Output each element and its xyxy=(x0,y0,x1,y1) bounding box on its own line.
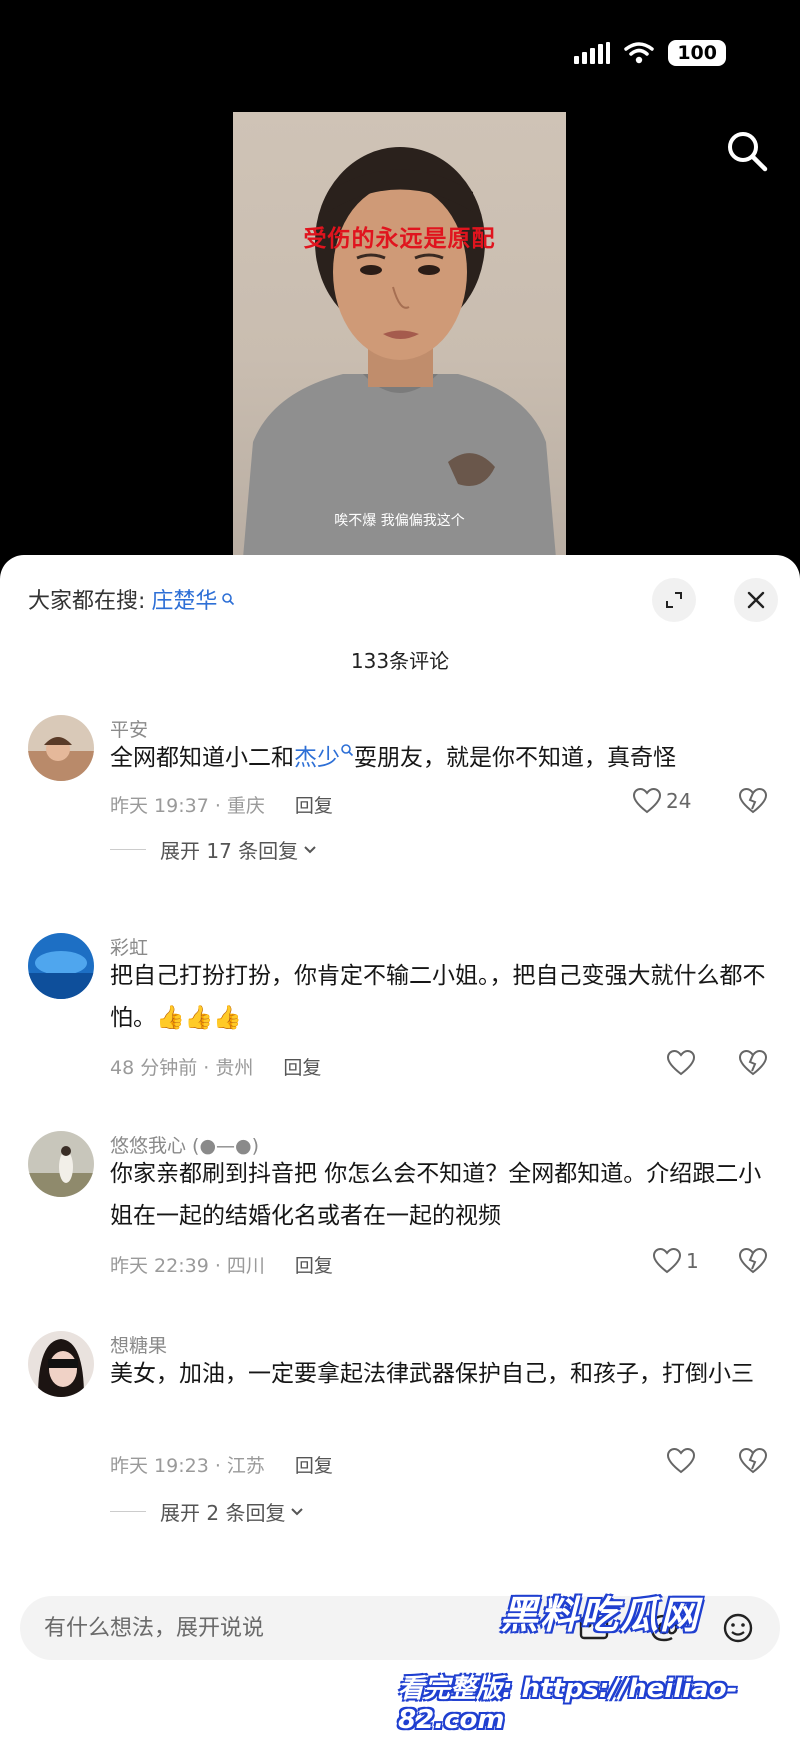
battery-indicator: 100 xyxy=(668,40,726,66)
video-player[interactable]: 受伤的永远是原配 唉不爆 我偏偏我这个 xyxy=(233,112,566,558)
comment-count: 133条评论 xyxy=(350,649,450,673)
avatar[interactable] xyxy=(28,715,94,781)
video-person-image xyxy=(243,147,556,558)
search-icon xyxy=(341,744,354,757)
avatar[interactable] xyxy=(28,1131,94,1197)
like-button[interactable]: 1 xyxy=(652,1247,699,1275)
comment-time-location: 昨天 19:23 · 江苏 xyxy=(110,1455,265,1477)
expand-icon xyxy=(666,592,682,608)
divider xyxy=(110,1511,146,1512)
close-button[interactable] xyxy=(734,578,778,622)
heart-icon xyxy=(666,1447,696,1474)
emoji-icon[interactable] xyxy=(720,1610,756,1646)
video-caption: 受伤的永远是原配 xyxy=(303,225,496,252)
chevron-down-icon xyxy=(291,1507,304,1515)
comment-time-location: 48 分钟前 · 贵州 xyxy=(110,1057,254,1079)
video-subtitle: 唉不爆 我偏偏我这个 xyxy=(334,513,465,529)
comment-time-location: 昨天 22:39 · 四川 xyxy=(110,1255,265,1277)
expand-replies-label: 展开 2 条回复 xyxy=(160,1501,286,1525)
watermark-url: 看完整版: https://heiliao-82.com xyxy=(398,1674,738,1735)
expand-sheet-button[interactable] xyxy=(652,578,696,622)
trending-search-term[interactable]: 庄楚华 xyxy=(151,583,217,615)
comment-meta: 48 分钟前 · 贵州 回复 xyxy=(110,1053,321,1080)
comment-text-part: 耍朋友，就是你不知道，真奇怪 xyxy=(354,745,676,771)
expand-replies-label: 展开 17 条回复 xyxy=(160,839,299,863)
dislike-heart-icon[interactable] xyxy=(738,1447,768,1475)
like-count: 24 xyxy=(666,789,692,813)
comment-meta: 昨天 19:37 · 重庆 回复 xyxy=(110,791,333,818)
dislike-heart-icon[interactable] xyxy=(738,1049,768,1077)
heart-icon xyxy=(632,787,662,814)
close-icon xyxy=(747,591,765,609)
comment-meta: 昨天 22:39 · 四川 回复 xyxy=(110,1251,333,1278)
comment-link[interactable]: 杰少 xyxy=(294,745,340,771)
comment-text: 全网都知道小二和杰少 耍朋友，就是你不知道，真奇怪 xyxy=(110,737,770,779)
comment-time-location: 昨天 19:37 · 重庆 xyxy=(110,795,265,817)
like-button[interactable] xyxy=(666,1447,700,1475)
like-button[interactable]: 24 xyxy=(632,787,691,815)
comment-text-part: 全网都知道小二和 xyxy=(110,745,294,771)
comment-text: 你家亲都刷到抖音把 你怎么会不知道？全网都知道。介绍跟二小姐在一起的结婚化名或者… xyxy=(110,1161,762,1229)
reply-button[interactable]: 回复 xyxy=(295,1251,333,1278)
comment-text: 把自己打扮打扮，你肯定不输二小姐。，把自己变强大就什么都不怕。👍👍👍 xyxy=(110,963,766,1031)
trending-search[interactable]: 大家都在搜: 庄楚华 xyxy=(28,583,235,615)
status-bar: 100 xyxy=(574,40,726,66)
heart-icon xyxy=(666,1049,696,1076)
comment-input[interactable] xyxy=(44,1608,504,1648)
divider xyxy=(110,849,146,850)
expand-replies-button[interactable]: 展开 17 条回复 xyxy=(110,835,318,864)
dislike-heart-icon[interactable] xyxy=(738,1247,768,1275)
avatar[interactable] xyxy=(28,933,94,999)
comment-sheet: 大家都在搜: 庄楚华 133条评论 平安 全网都知道小二和杰少 耍朋友，就是你不知… xyxy=(0,555,800,1741)
watermark-logo: 黑料吃瓜网 xyxy=(500,1593,701,1637)
dislike-heart-icon[interactable] xyxy=(738,787,768,815)
comment-text: 美女，加油，一定要拿起法律武器保护自己，和孩子，打倒小三 xyxy=(110,1361,754,1387)
trending-search-label: 大家都在搜: xyxy=(28,589,146,614)
search-icon xyxy=(222,593,235,606)
chevron-down-icon xyxy=(304,845,316,853)
like-count: 1 xyxy=(686,1249,699,1273)
reply-button[interactable]: 回复 xyxy=(295,1451,333,1478)
search-icon[interactable] xyxy=(724,128,770,174)
heart-icon xyxy=(652,1247,682,1274)
avatar[interactable] xyxy=(28,1331,94,1397)
comment-meta: 昨天 19:23 · 江苏 回复 xyxy=(110,1451,333,1478)
reply-button[interactable]: 回复 xyxy=(295,791,333,818)
like-button[interactable] xyxy=(666,1049,700,1077)
signal-icon xyxy=(574,42,611,64)
reply-button[interactable]: 回复 xyxy=(283,1053,321,1080)
expand-replies-button[interactable]: 展开 2 条回复 xyxy=(110,1497,305,1526)
wifi-icon xyxy=(624,42,655,64)
